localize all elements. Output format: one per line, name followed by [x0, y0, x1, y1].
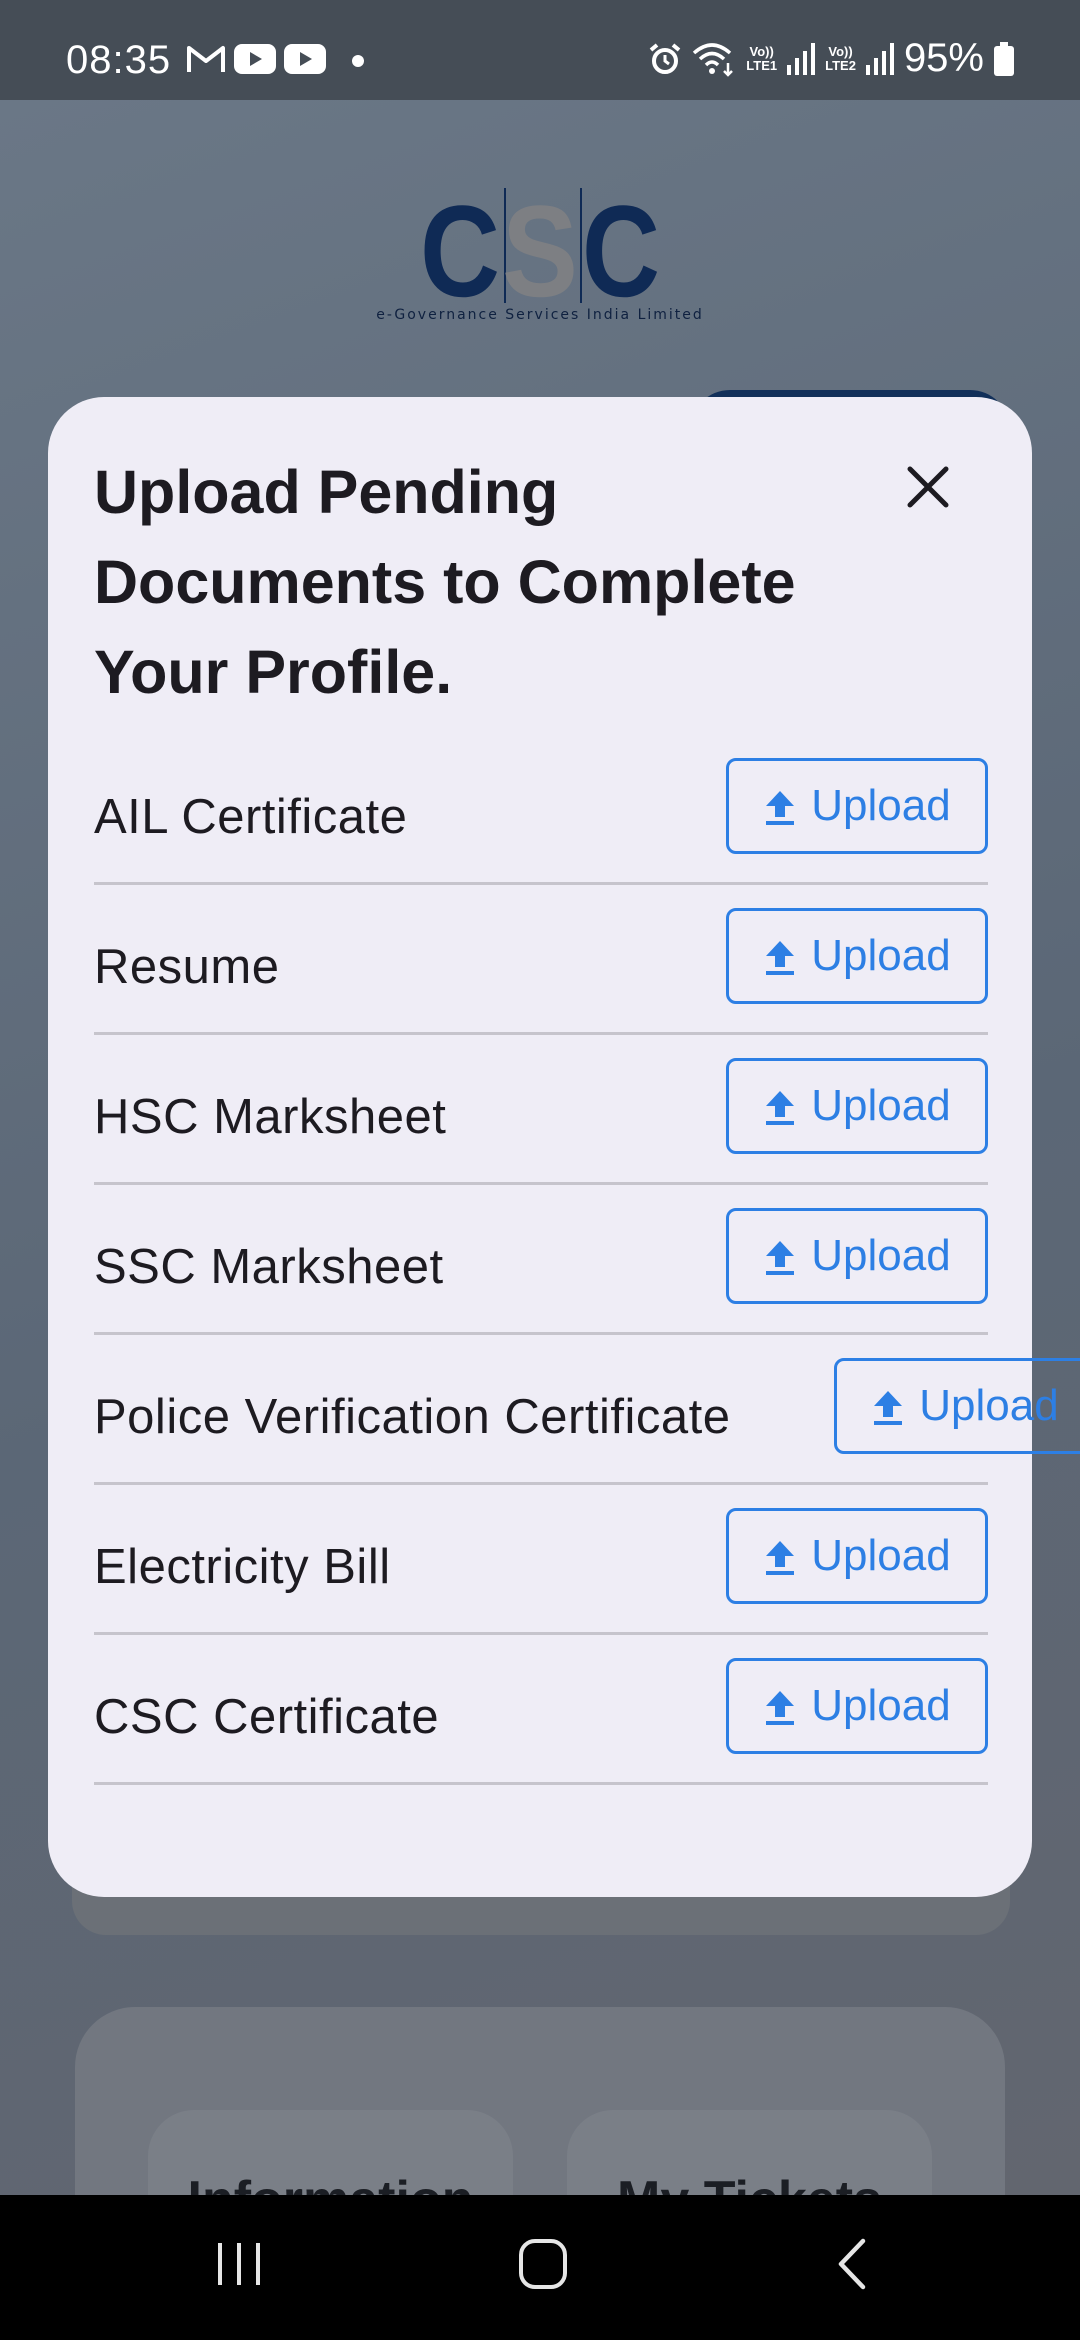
- svg-text:C: C: [582, 188, 660, 303]
- document-label: Electricity Bill: [94, 1540, 391, 1594]
- upload-label: Upload: [919, 1381, 1059, 1430]
- upload-button[interactable]: Upload: [726, 908, 988, 1004]
- upload-icon: [766, 791, 795, 825]
- logo-subtitle: e-Governance Services India Limited: [376, 307, 704, 323]
- close-icon: [907, 466, 949, 508]
- svg-text:C: C: [420, 188, 500, 303]
- list-item: CSC Certificate Upload: [94, 1635, 988, 1785]
- upload-button[interactable]: Upload: [834, 1358, 1080, 1454]
- wifi-icon: [693, 42, 734, 77]
- home-icon: [519, 2239, 567, 2289]
- battery-icon: [994, 41, 1014, 76]
- list-item: Electricity Bill Upload: [94, 1485, 988, 1635]
- upload-icon: [766, 1691, 795, 1725]
- svg-text:S: S: [502, 188, 578, 303]
- signal-icon: [787, 42, 816, 75]
- upload-icon: [766, 1091, 795, 1125]
- status-time: 08:35: [66, 38, 172, 82]
- back-button[interactable]: [828, 2233, 878, 2298]
- document-label: CSC Certificate: [94, 1690, 440, 1744]
- upload-icon: [766, 1241, 795, 1275]
- sim2-label: Vo)) LTE2: [825, 43, 856, 73]
- csc-logo: C S C e-Governance Services India Limite…: [350, 188, 730, 323]
- alarm-icon: [650, 42, 681, 74]
- list-item: AIL Certificate Upload: [94, 735, 988, 885]
- system-icons: Vo)) LTE1 Vo)) LTE2 95%: [648, 36, 1014, 81]
- document-list: AIL Certificate Upload Resume Upload HSC…: [94, 735, 1080, 1785]
- document-label: AIL Certificate: [94, 790, 408, 844]
- upload-button[interactable]: Upload: [726, 1058, 988, 1154]
- upload-button[interactable]: Upload: [726, 1508, 988, 1604]
- close-button[interactable]: [893, 452, 963, 522]
- list-item: Police Verification Certificate Upload: [94, 1335, 1080, 1485]
- document-label: Resume: [94, 940, 280, 994]
- youtube-icon: [234, 44, 276, 74]
- home-button[interactable]: [518, 2233, 568, 2298]
- battery-level: 95%: [903, 36, 984, 80]
- upload-button[interactable]: Upload: [726, 758, 988, 854]
- signal-icon: [865, 42, 894, 75]
- youtube-icon: [284, 44, 326, 74]
- upload-label: Upload: [811, 931, 951, 980]
- dialog-title: Upload Pending Documents to Complete You…: [94, 458, 796, 706]
- upload-label: Upload: [811, 1681, 951, 1730]
- list-item: Resume Upload: [94, 885, 988, 1035]
- upload-label: Upload: [811, 1231, 951, 1280]
- dot-icon: [352, 55, 364, 67]
- upload-icon: [766, 941, 795, 975]
- recent-apps-icon: [218, 2243, 260, 2285]
- list-item: HSC Marksheet Upload: [94, 1035, 988, 1185]
- upload-label: Upload: [811, 1081, 951, 1130]
- upload-icon: [766, 1541, 795, 1575]
- csc-logo-mark: C S C: [420, 188, 660, 303]
- back-icon: [838, 2238, 866, 2290]
- upload-button[interactable]: Upload: [726, 1658, 988, 1754]
- upload-documents-dialog: Upload Pending Documents to Complete You…: [48, 397, 1080, 1897]
- navigation-bar: [0, 2195, 1080, 2340]
- gmail-icon: [187, 46, 225, 72]
- upload-icon: [874, 1391, 903, 1425]
- document-label: SSC Marksheet: [94, 1240, 444, 1294]
- upload-button[interactable]: Upload: [726, 1208, 988, 1304]
- upload-label: Upload: [811, 1531, 951, 1580]
- list-item: SSC Marksheet Upload: [94, 1185, 988, 1335]
- recent-apps-button[interactable]: [214, 2233, 264, 2298]
- document-label: Police Verification Certificate: [94, 1390, 731, 1444]
- upload-label: Upload: [811, 781, 951, 830]
- sim1-label: Vo)) LTE1: [746, 43, 778, 73]
- status-bar: 08:35 Vo)) LTE1 Vo)) LTE2 95%: [0, 0, 1080, 100]
- notification-icons: [186, 44, 374, 74]
- document-label: HSC Marksheet: [94, 1090, 447, 1144]
